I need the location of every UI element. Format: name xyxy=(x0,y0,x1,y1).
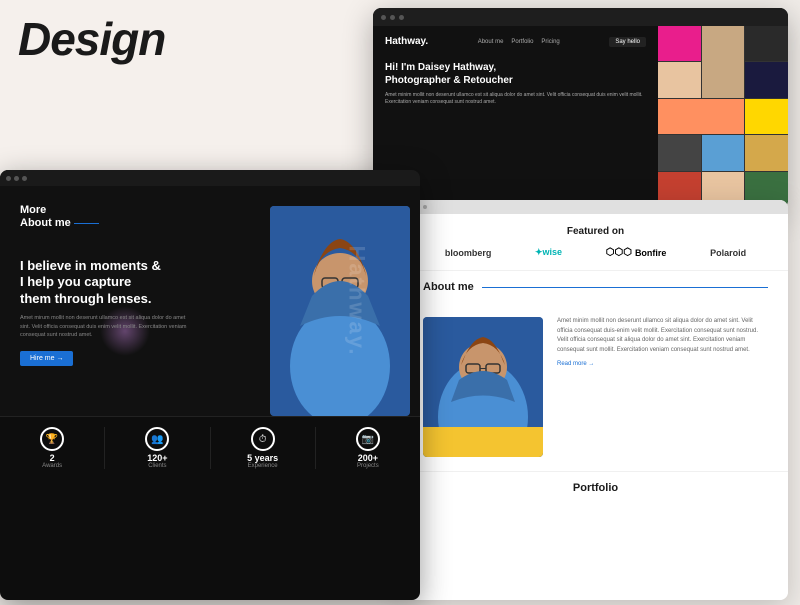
top-hero-title: Hi! I'm Daisey Hathway,Photographer & Re… xyxy=(385,61,646,87)
grid-cell-5 xyxy=(745,62,788,97)
say-hello-button[interactable]: Say hello xyxy=(609,37,646,47)
grid-cell-8 xyxy=(658,135,701,170)
grid-cell-9 xyxy=(702,135,745,170)
main-dot-1 xyxy=(6,176,11,181)
about-description: Amet minim mollit non deserunt ullamco s… xyxy=(557,317,768,355)
projects-label: Projects xyxy=(316,463,420,469)
read-more-link[interactable]: Read more → xyxy=(557,361,768,367)
stat-awards: 🏆 2 Awards xyxy=(0,427,105,469)
stat-clients: 👥 120+ Clients xyxy=(105,427,210,469)
main-dot-2 xyxy=(14,176,19,181)
featured-title: Featured on xyxy=(423,226,768,237)
main-browser-bar xyxy=(0,170,420,186)
projects-number: 200+ xyxy=(316,453,420,463)
grid-cell-7 xyxy=(745,99,788,134)
experience-icon: ⏱ xyxy=(251,427,275,451)
stat-experience: ⏱ 5 years Experience xyxy=(211,427,316,469)
bonfire-icon: ⬡⬡⬡ xyxy=(606,247,632,258)
hathway-watermark: Hathway. xyxy=(344,246,370,357)
top-nav-links: About me Portfolio Pricing xyxy=(478,39,560,45)
right-dot-3 xyxy=(423,205,427,209)
nav-about: About me xyxy=(478,39,504,45)
about-title-row: About me xyxy=(403,271,788,293)
main-browser-content: MoreAbout me I believe in moments &I hel… xyxy=(0,186,420,600)
grid-cell-2 xyxy=(702,26,745,98)
awards-number: 2 xyxy=(0,453,104,463)
right-browser-content: Featured on bloomberg ✦wise ⬡⬡⬡ Bonfire … xyxy=(403,214,788,600)
about-title-line xyxy=(482,287,768,288)
grid-cell-1 xyxy=(658,26,701,61)
main-hero-section: MoreAbout me I believe in moments &I hel… xyxy=(0,186,420,416)
top-logo: Hathway. xyxy=(385,36,428,47)
top-hero-text: Amet minim mollit non deserunt ullamco e… xyxy=(385,92,646,106)
top-browser-mockup: Hathway. About me Portfolio Pricing Say … xyxy=(373,8,788,208)
grid-cell-4 xyxy=(658,62,701,97)
more-about-label: MoreAbout me xyxy=(20,204,99,230)
portfolio-title: Portfolio xyxy=(423,482,768,494)
bloomberg-logo: bloomberg xyxy=(445,248,492,258)
person-photo xyxy=(270,206,410,416)
nav-pricing: Pricing xyxy=(541,39,559,45)
browser-dot-2 xyxy=(390,15,395,20)
clients-label: Clients xyxy=(105,463,209,469)
featured-logos: bloomberg ✦wise ⬡⬡⬡ Bonfire Polaroid xyxy=(423,247,768,258)
right-browser-mockup: Featured on bloomberg ✦wise ⬡⬡⬡ Bonfire … xyxy=(403,200,788,600)
right-browser-bar xyxy=(403,200,788,214)
awards-label: Awards xyxy=(0,463,104,469)
browser-dot-1 xyxy=(381,15,386,20)
top-browser-content: Hathway. About me Portfolio Pricing Say … xyxy=(373,26,788,208)
stats-bar: 🏆 2 Awards 👥 120+ Clients ⏱ 5 years Expe… xyxy=(0,416,420,479)
clients-number: 120+ xyxy=(105,453,209,463)
stat-projects: 📷 200+ Projects xyxy=(316,427,420,469)
grid-cell-6 xyxy=(658,99,744,134)
bonfire-logo: ⬡⬡⬡ Bonfire xyxy=(606,247,667,258)
wise-logo: ✦wise xyxy=(535,247,562,258)
grid-cell-3 xyxy=(745,26,788,61)
awards-icon: 🏆 xyxy=(40,427,64,451)
main-dot-3 xyxy=(22,176,27,181)
experience-number: 5 years xyxy=(211,453,315,463)
top-photo-grid xyxy=(658,26,788,208)
projects-icon: 📷 xyxy=(356,427,380,451)
page-title: Design xyxy=(18,12,165,66)
experience-label: Experience xyxy=(211,463,315,469)
featured-section: Featured on bloomberg ✦wise ⬡⬡⬡ Bonfire … xyxy=(403,214,788,271)
about-photo xyxy=(423,317,543,457)
browser-bar-top xyxy=(373,8,788,26)
browser-dot-3 xyxy=(399,15,404,20)
bonfire-text: Bonfire xyxy=(635,248,667,258)
main-hero-title: I believe in moments &I help you capture… xyxy=(20,258,195,309)
main-hero-text: Amet mirum mollit non deserunt ullamco e… xyxy=(20,314,195,339)
portfolio-section: Portfolio xyxy=(403,471,788,504)
main-browser-mockup: MoreAbout me I believe in moments &I hel… xyxy=(0,170,420,600)
nav-portfolio: Portfolio xyxy=(511,39,533,45)
about-text-content: Amet minim mollit non deserunt ullamco s… xyxy=(557,317,768,457)
grid-cell-10 xyxy=(745,135,788,170)
about-section: Amet minim mollit non deserunt ullamco s… xyxy=(403,303,788,471)
clients-icon: 👥 xyxy=(145,427,169,451)
polaroid-logo: Polaroid xyxy=(710,248,746,258)
top-nav: Hathway. About me Portfolio Pricing Say … xyxy=(385,36,646,47)
hire-me-button[interactable]: Hire me → xyxy=(20,351,73,366)
about-section-title: About me xyxy=(423,281,474,293)
